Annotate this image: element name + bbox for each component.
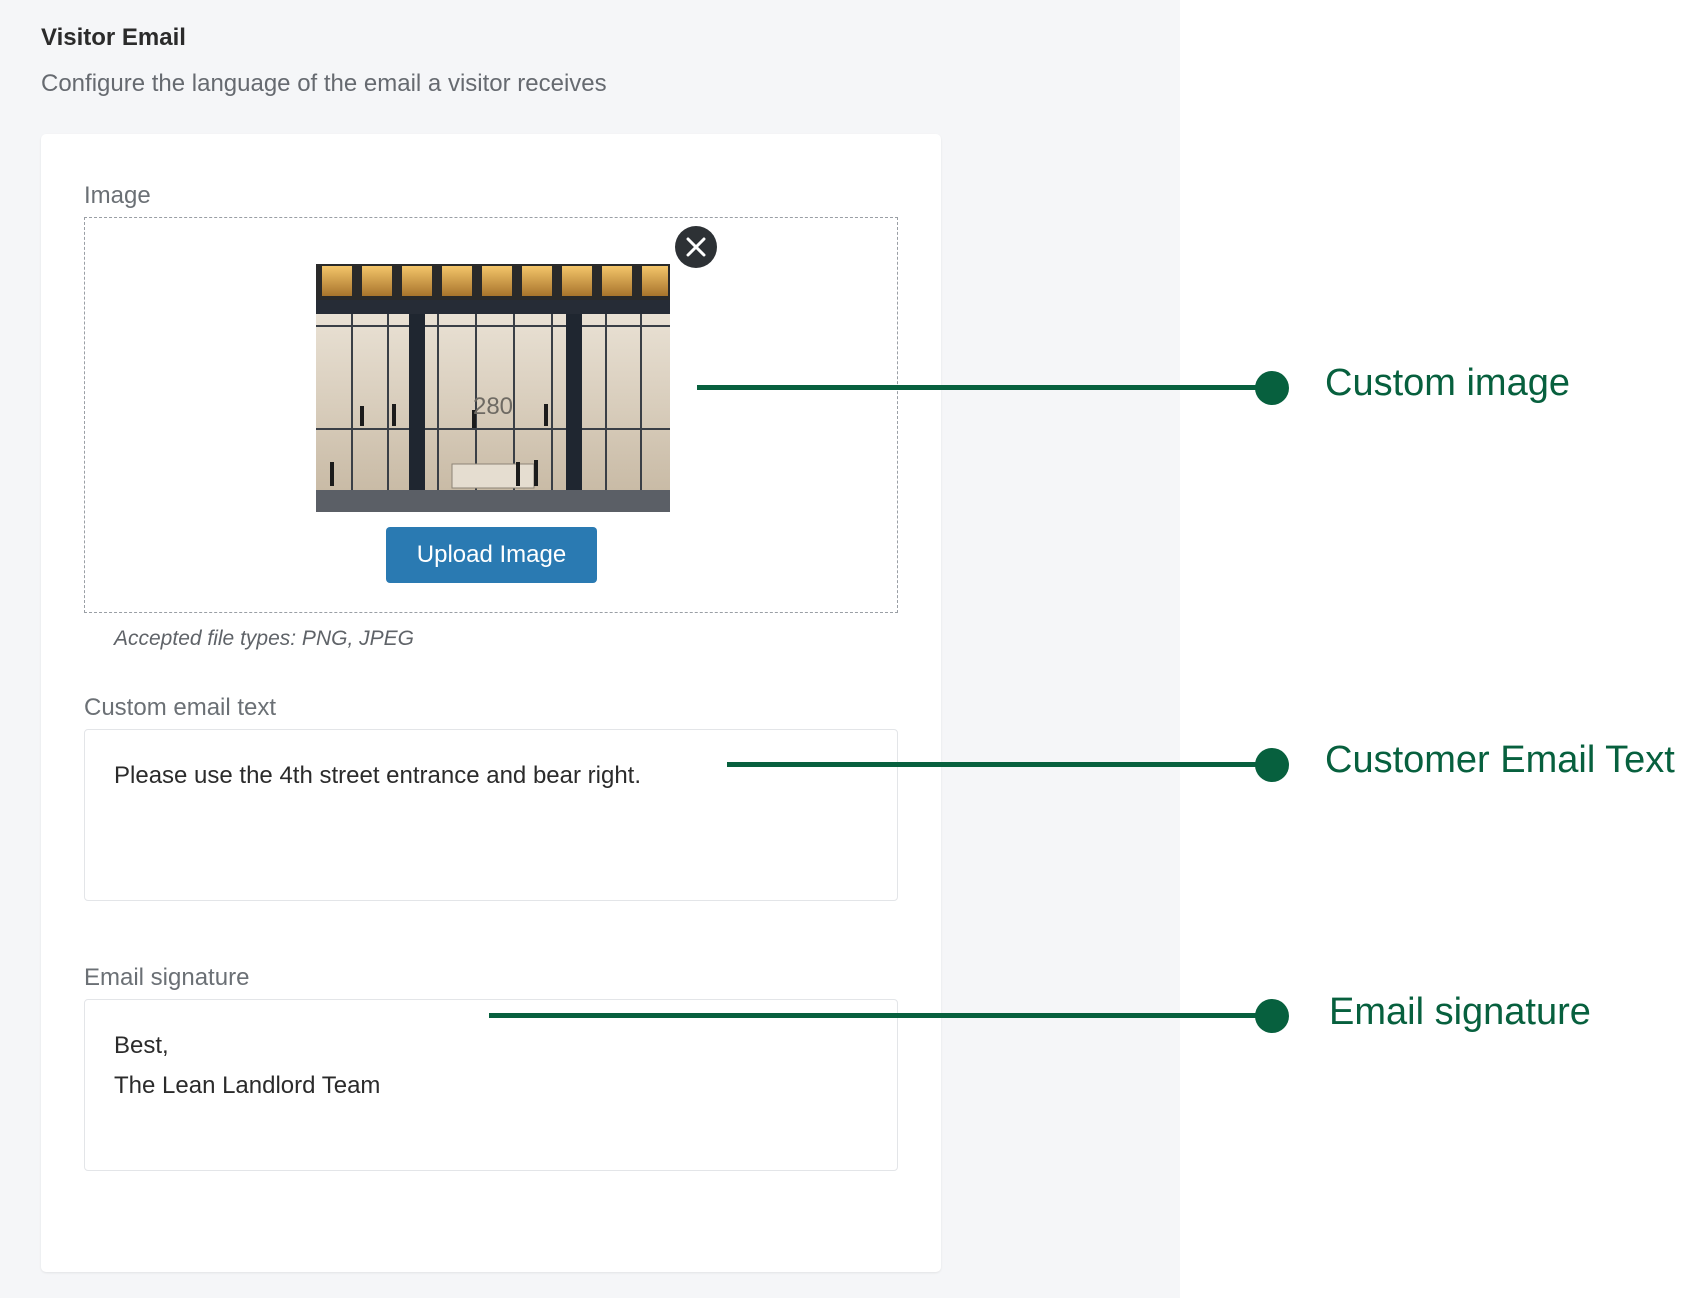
- custom-email-text-input[interactable]: Please use the 4th street entrance and b…: [84, 729, 898, 901]
- custom-image-connector: [697, 385, 1272, 390]
- email-text-callout: Customer Email Text: [1325, 739, 1675, 781]
- section-title: Visitor Email: [41, 24, 186, 51]
- custom-email-text-label: Custom email text: [84, 694, 277, 721]
- section-description: Configure the language of the email a vi…: [41, 70, 607, 97]
- upload-image-button[interactable]: Upload Image: [386, 527, 597, 583]
- email-signature-input[interactable]: Best, The Lean Landlord Team: [84, 999, 898, 1171]
- remove-image-button[interactable]: [675, 226, 717, 268]
- image-label: Image: [84, 182, 151, 209]
- building-image-preview: 280: [316, 264, 670, 512]
- signature-line: Best,: [114, 1032, 169, 1059]
- close-icon: [686, 237, 706, 257]
- email-signature-callout: Email signature: [1329, 991, 1591, 1033]
- email-signature-dot: [1255, 999, 1289, 1033]
- settings-pane: Visitor Email Configure the language of …: [0, 0, 1180, 1298]
- custom-image-callout: Custom image: [1325, 362, 1570, 404]
- email-text-dot: [1255, 748, 1289, 782]
- email-signature-connector: [489, 1013, 1272, 1018]
- email-signature-label: Email signature: [84, 964, 250, 991]
- preview-caption: 280: [473, 393, 513, 420]
- email-text-connector: [727, 762, 1272, 767]
- custom-image-dot: [1255, 371, 1289, 405]
- building-image: 280: [316, 264, 670, 512]
- signature-line: The Lean Landlord Team: [114, 1072, 381, 1099]
- accepted-file-types: Accepted file types: PNG, JPEG: [114, 627, 414, 650]
